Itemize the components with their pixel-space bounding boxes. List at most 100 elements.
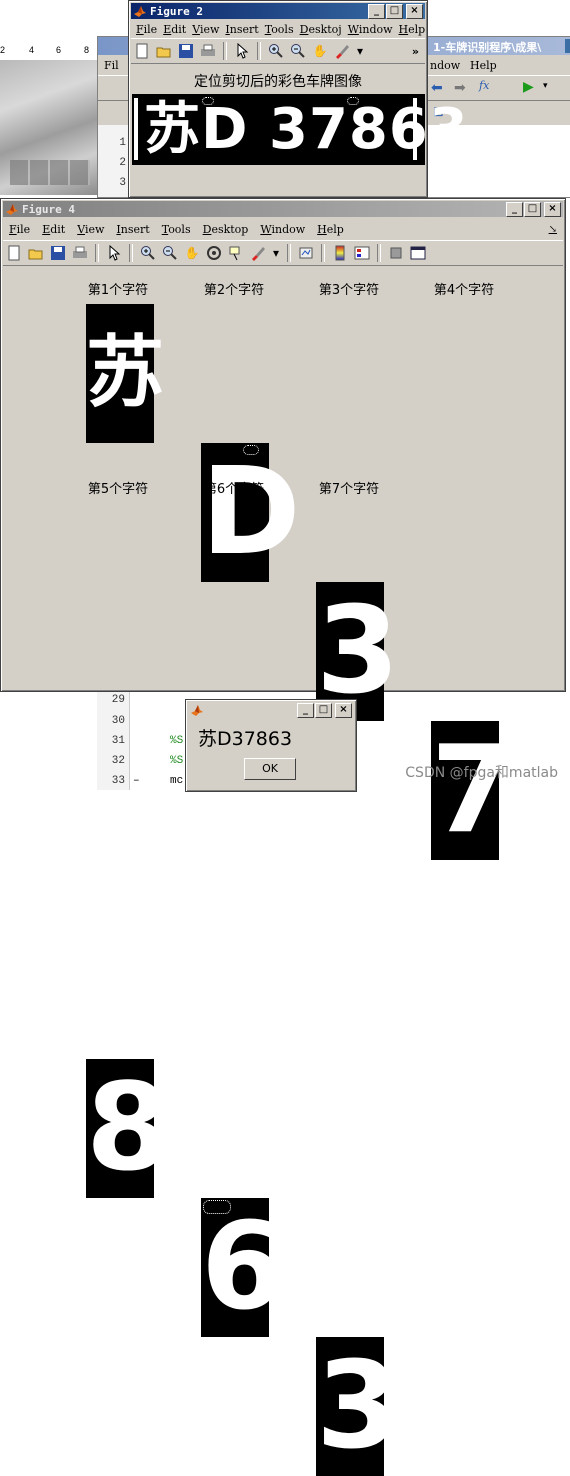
line-number: 2 [119,157,126,169]
code-comment: %S [170,755,184,767]
open-file-icon[interactable] [156,43,172,59]
ruler-tick: 6 [56,45,62,55]
breakpoint-dash[interactable]: – [133,775,140,787]
figure2-caption: 定位剪切后的彩色车牌图像 [194,74,362,90]
editor-menu-window[interactable]: ndow [430,59,460,72]
char-image-5: 8 [86,1059,170,1198]
char-image-1: 苏 [86,304,165,443]
run-dropdown-icon[interactable]: ▾ [543,81,548,91]
menu-tools[interactable]: Tools [162,223,191,236]
zoom-in-icon[interactable] [268,43,284,59]
menu-insert[interactable]: Insert [225,23,258,36]
maximize-button[interactable]: □ [315,702,332,718]
menu-view[interactable]: View [77,223,104,236]
pan-hand-icon[interactable]: ✋ [312,43,328,59]
editor-menu-help[interactable]: Help [470,59,497,72]
figure2-titlebar[interactable]: Figure 2 _ □ × [131,3,425,19]
run-icon[interactable]: ▶ [523,79,534,95]
maximize-button[interactable]: □ [386,3,403,19]
ruler-tick: 2 [0,45,6,55]
char-glyph-1: 苏 [86,328,165,418]
data-cursor-icon[interactable] [228,245,244,261]
menubar-dock-arrow-icon[interactable]: ↘ [549,224,557,235]
brush-icon[interactable] [250,245,266,261]
zoom-out-icon[interactable] [290,43,306,59]
menu-insert[interactable]: Insert [116,223,149,236]
print-icon[interactable] [72,245,88,261]
new-figure-icon[interactable] [6,245,22,261]
close-button[interactable]: × [406,3,423,19]
char-image-4: 7 [431,721,515,860]
menu-desktop[interactable]: Desktop [203,223,249,236]
char-label-1: 第1个字符 [87,283,149,298]
new-figure-icon[interactable] [134,43,150,59]
link-plot-icon[interactable] [298,245,314,261]
function-icon[interactable]: fx [479,79,489,92]
brush-dropdown-icon[interactable]: ▾ [272,245,280,261]
hide-plot-tools-icon[interactable] [388,245,404,261]
background-ruler: 2 4 6 8 [0,42,100,61]
rotate-3d-icon[interactable] [206,245,222,261]
toolbar-separator [377,244,381,262]
legend-icon[interactable] [354,245,370,261]
pan-hand-icon[interactable]: ✋ [184,245,200,261]
char-label-4: 第4个字符 [433,283,495,298]
save-icon[interactable] [50,245,66,261]
open-file-icon[interactable] [28,245,44,261]
select-arrow-icon[interactable] [106,244,122,261]
code-comment: %S [170,735,184,747]
menu-window[interactable]: Window [348,23,393,36]
line-number: 3 [119,177,126,189]
menu-tools[interactable]: Tools [265,23,294,36]
colorbar-icon[interactable] [332,245,348,261]
char-label-6: 第6个字符 [203,482,265,497]
editor-gutter: 1 2 3 [98,125,130,197]
matlab-logo-icon [5,202,19,216]
editor-menu-file[interactable]: Fil [104,59,119,72]
menu-help[interactable]: Help [399,23,426,36]
zoom-out-icon[interactable] [162,245,178,261]
matlab-editor-bottom: 29 30 31 32 33 %S %S mc – [97,690,187,790]
plate-border-left [134,98,138,160]
watermark: CSDN @fpga和matlab [405,765,558,781]
char-glyph-7: 3 [316,1337,400,1476]
show-plot-tools-icon[interactable] [410,245,426,261]
close-button[interactable]: × [544,201,561,217]
figure4-titlebar[interactable]: Figure 4 _ □ × [3,201,563,217]
minimize-button[interactable]: _ [297,702,314,718]
ok-button[interactable]: OK [244,758,296,780]
minimize-button[interactable]: _ [368,3,385,19]
code-line: mc [170,775,184,787]
menu-file[interactable]: File [136,23,157,36]
select-arrow-icon[interactable] [234,42,250,59]
toolbar-separator [129,244,133,262]
forward-arrow-icon[interactable]: ➡ [454,80,466,96]
brush-icon[interactable] [334,43,350,59]
minimize-button[interactable]: _ [506,201,523,217]
print-icon[interactable] [200,43,216,59]
menu-file[interactable]: File [9,223,30,236]
char-label-3: 第3个字符 [318,283,380,298]
save-icon[interactable] [178,43,194,59]
menu-edit[interactable]: Edit [163,23,186,36]
char-label-7: 第7个字符 [318,482,380,497]
line-number: 30 [111,715,125,727]
menu-view[interactable]: View [192,23,219,36]
close-button[interactable]: × [335,702,352,718]
maximize-button[interactable]: □ [524,201,541,217]
ruler-tick: 4 [29,45,35,55]
brush-dropdown-icon[interactable]: ▾ [356,43,364,59]
matlab-logo-icon [133,4,147,18]
figure2-window: Figure 2 _ □ × File Edit View Insert Too… [128,0,468,198]
dialog-titlebar[interactable]: _ □ × [188,702,354,718]
menu-desktop[interactable]: Desktoj [300,23,342,36]
figure4-title: Figure 4 [22,202,75,216]
menu-help[interactable]: Help [317,223,344,236]
menu-edit[interactable]: Edit [42,223,65,236]
zoom-in-icon[interactable] [140,245,156,261]
toolbar-overflow-icon[interactable]: » [412,45,419,58]
back-arrow-icon[interactable]: ⬅ [431,80,443,96]
figure2-toolbar: ✋ ▾ » [131,38,425,64]
char-glyph-6: 6 [201,1198,285,1337]
menu-window[interactable]: Window [260,223,305,236]
